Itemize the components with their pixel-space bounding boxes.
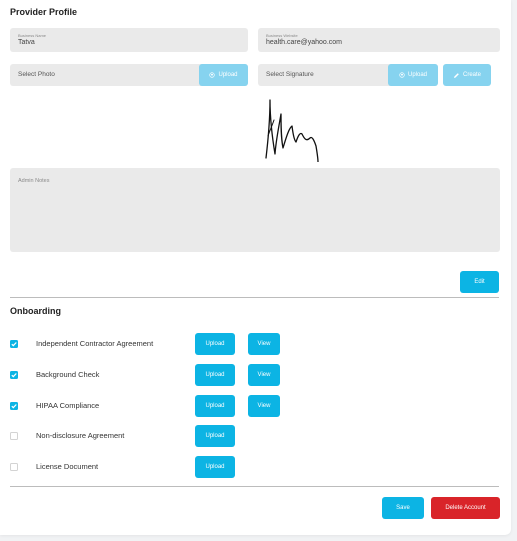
onboarding-label: Non-disclosure Agreement (36, 431, 125, 440)
onboarding-upload-button[interactable]: Upload (195, 456, 235, 478)
onboarding-checkbox[interactable] (10, 402, 18, 410)
onboarding-view-label: View (257, 372, 271, 378)
business-name-value: Tatva (18, 39, 35, 46)
onboarding-row: Non-disclosure Agreement Upload (0, 425, 511, 447)
page-title: Provider Profile (10, 7, 78, 17)
onboarding-row: HIPAA Compliance Upload View (0, 395, 511, 417)
photo-upload-button[interactable]: Upload (199, 64, 248, 86)
onboarding-upload-button[interactable]: Upload (195, 395, 235, 417)
photo-upload-label: Upload (218, 72, 238, 78)
onboarding-upload-label: Upload (205, 433, 225, 439)
admin-notes-textarea[interactable]: Admin Notes (10, 168, 500, 252)
onboarding-view-label: View (257, 341, 271, 347)
business-website-value: health.care@yahoo.com (266, 39, 342, 46)
onboarding-view-button[interactable]: View (248, 364, 280, 386)
onboarding-label: Background Check (36, 370, 100, 379)
upload-icon (209, 72, 216, 78)
onboarding-checkbox[interactable] (10, 432, 18, 440)
onboarding-upload-button[interactable]: Upload (195, 425, 235, 447)
onboarding-row: Background Check Upload View (0, 364, 511, 386)
delete-account-label: Delete Account (445, 505, 486, 511)
pencil-icon (453, 72, 460, 79)
business-name-field[interactable]: Business Name Tatva (10, 28, 248, 52)
onboarding-label: License Document (36, 462, 99, 471)
onboarding-row: License Document Upload (0, 456, 511, 478)
section-divider (10, 297, 499, 298)
onboarding-upload-label: Upload (205, 372, 225, 378)
upload-icon (399, 72, 405, 78)
onboarding-label: HIPAA Compliance (36, 401, 100, 410)
onboarding-upload-label: Upload (205, 464, 225, 470)
save-label: Save (396, 505, 410, 511)
onboarding-view-button[interactable]: View (248, 333, 280, 355)
footer-divider (10, 486, 499, 487)
onboarding-view-button[interactable]: View (248, 395, 280, 417)
admin-notes-label: Admin Notes (18, 178, 50, 184)
select-photo-placeholder: Select Photo (18, 71, 55, 78)
edit-label: Edit (474, 279, 485, 285)
onboarding-upload-button[interactable]: Upload (195, 364, 235, 386)
onboarding-upload-button[interactable]: Upload (195, 333, 235, 355)
provider-profile-card: Provider Profile Business Name Tatva Bus… (0, 0, 511, 535)
signature-create-label: Create (462, 72, 481, 78)
signature-create-button[interactable]: Create (443, 64, 491, 86)
onboarding-checkbox[interactable] (10, 463, 18, 471)
checkmark-icon (11, 342, 17, 347)
checkmark-icon (11, 404, 17, 409)
onboarding-upload-label: Upload (205, 341, 225, 347)
business-name-label: Business Name (18, 33, 47, 38)
business-website-field[interactable]: Business Website health.care@yahoo.com (258, 28, 500, 52)
signature-image (265, 99, 319, 162)
onboarding-checkbox[interactable] (10, 371, 18, 379)
onboarding-label: Independent Contractor Agreement (36, 339, 154, 348)
checkmark-icon (11, 373, 17, 378)
delete-account-button[interactable]: Delete Account (431, 497, 500, 519)
signature-upload-label: Upload (407, 72, 427, 78)
select-signature-placeholder: Select Signature (266, 71, 314, 78)
onboarding-title: Onboarding (10, 306, 61, 316)
edit-button[interactable]: Edit (460, 271, 499, 293)
business-website-label: Business Website (266, 33, 298, 38)
save-button[interactable]: Save (382, 497, 424, 519)
onboarding-view-label: View (257, 403, 271, 409)
signature-upload-button[interactable]: Upload (388, 64, 438, 86)
onboarding-row: Independent Contractor Agreement Upload … (0, 333, 511, 355)
onboarding-upload-label: Upload (205, 403, 225, 409)
onboarding-checkbox[interactable] (10, 340, 18, 348)
